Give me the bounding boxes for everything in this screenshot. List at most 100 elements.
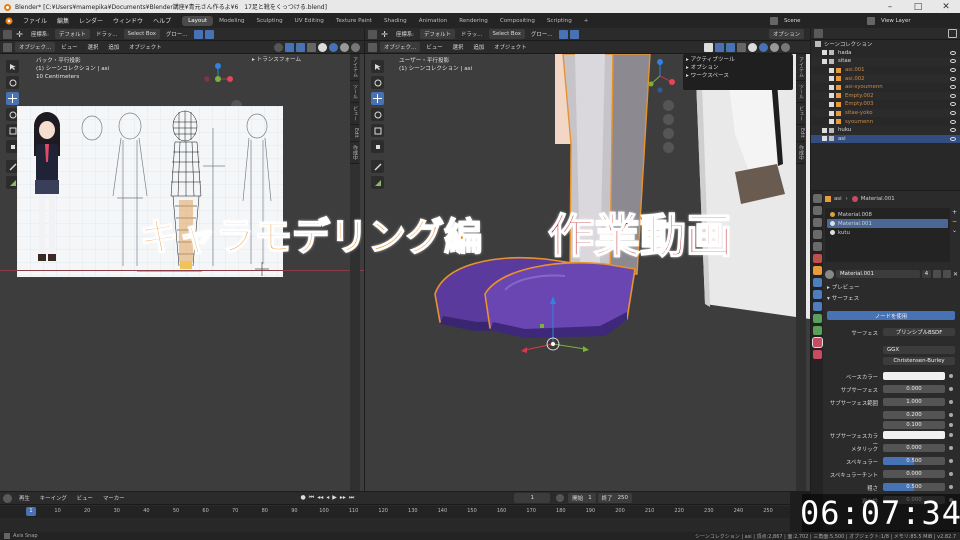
timeline-menu-view[interactable]: ビュー xyxy=(73,493,97,503)
filter-icon[interactable] xyxy=(948,29,957,38)
param-field[interactable]: 0.000 xyxy=(883,385,945,393)
record-icon[interactable]: ● xyxy=(301,494,306,502)
checkbox-icon[interactable] xyxy=(829,93,834,99)
left-menu-add[interactable]: 追加 xyxy=(104,42,123,52)
shading-rendered-icon[interactable] xyxy=(351,42,360,52)
material-users-count[interactable]: 4 xyxy=(921,270,931,278)
param-field[interactable]: 0.200 xyxy=(883,411,945,419)
eye-icon[interactable] xyxy=(950,59,956,64)
right-camera-icon[interactable] xyxy=(663,128,674,139)
constraints-tab-icon[interactable] xyxy=(812,314,822,323)
outliner-item[interactable]: Empty.002 xyxy=(811,91,960,101)
physics-tab-icon[interactable] xyxy=(812,302,822,311)
frame-start-field[interactable]: 開始 1 xyxy=(568,493,596,503)
move-tool[interactable] xyxy=(6,92,19,105)
checkbox-icon[interactable] xyxy=(829,119,834,125)
tab-uv-editing[interactable]: UV Editing xyxy=(289,16,330,26)
cursor-tool[interactable] xyxy=(6,76,19,89)
timeline-menu-playback[interactable]: 再生 xyxy=(15,493,34,503)
tab-rendering[interactable]: Rendering xyxy=(453,16,494,26)
eye-icon[interactable] xyxy=(950,50,956,55)
minimize-button[interactable]: – xyxy=(876,0,904,13)
right-mode-select[interactable]: オブジェク… xyxy=(380,42,421,52)
outliner-item[interactable]: asi-syoumenn xyxy=(811,83,960,92)
eye-icon[interactable] xyxy=(950,119,956,124)
param-field[interactable]: 0.000 xyxy=(883,444,945,452)
right-transform-tool[interactable] xyxy=(371,140,384,153)
right-shading-rendered-icon[interactable] xyxy=(781,42,790,52)
param-field[interactable]: 0.000 xyxy=(883,470,945,478)
tab-compositing[interactable]: Compositing xyxy=(494,16,541,26)
left-global-select[interactable]: グロー… xyxy=(162,29,192,39)
duplicate-material-icon[interactable] xyxy=(942,270,951,278)
add-workspace-button[interactable]: + xyxy=(578,16,595,26)
right-select-box[interactable]: Select Box xyxy=(488,29,525,39)
right-move-tool[interactable] xyxy=(371,92,384,105)
menu-edit[interactable]: 編集 xyxy=(52,16,74,25)
surface-panel-header[interactable]: ▾ サーフェス xyxy=(827,295,859,303)
right-shading-wire-icon[interactable] xyxy=(748,42,757,52)
left-orientation-select[interactable]: デフォルト xyxy=(55,29,90,39)
checkbox-icon[interactable] xyxy=(822,136,827,142)
eye-icon[interactable] xyxy=(950,93,956,98)
right-tab-tool[interactable]: ツール xyxy=(796,81,805,103)
link-socket-icon[interactable] xyxy=(949,472,953,476)
param-field[interactable]: 0.500 xyxy=(883,457,945,465)
options-dropdown[interactable]: オプション xyxy=(769,29,804,39)
timeline-menu-marker[interactable]: マーカー xyxy=(99,493,129,503)
outliner-item[interactable]: asi.001 xyxy=(811,66,960,75)
blender-menu-icon[interactable] xyxy=(4,16,14,26)
eye-icon[interactable] xyxy=(950,85,956,90)
eye-icon[interactable] xyxy=(950,136,956,141)
playhead[interactable]: 1 xyxy=(25,507,36,516)
right-tab-edit[interactable]: Edit xyxy=(796,125,805,142)
right-rotate-tool[interactable] xyxy=(371,108,384,121)
editor-type-icon[interactable] xyxy=(3,42,12,52)
right-shading-solid-icon[interactable] xyxy=(759,42,768,52)
tool-tab-icon[interactable] xyxy=(812,194,822,203)
remove-slot-icon[interactable]: − xyxy=(952,218,957,225)
material-slot[interactable]: kutu xyxy=(827,228,948,237)
right-snap-icon[interactable] xyxy=(558,29,568,39)
link-socket-icon[interactable] xyxy=(949,423,953,427)
link-socket-icon[interactable] xyxy=(949,374,953,378)
unlink-material-icon[interactable]: ✕ xyxy=(953,271,958,278)
checkbox-icon[interactable] xyxy=(822,50,827,56)
checkbox-icon[interactable] xyxy=(829,101,834,107)
left-navigation-gizmo[interactable] xyxy=(201,62,235,96)
outliner-item[interactable]: asi xyxy=(811,134,960,144)
menu-options[interactable]: ▸ オプション xyxy=(686,64,790,72)
frame-end-field[interactable]: 終了 250 xyxy=(597,493,632,503)
next-keyframe-icon[interactable]: ▸▸ xyxy=(340,494,346,502)
texture-tab-icon[interactable] xyxy=(812,350,822,359)
right-select-tool[interactable] xyxy=(371,60,384,73)
shading-solid-icon[interactable] xyxy=(329,42,338,52)
timeline-track[interactable] xyxy=(0,518,790,532)
outliner-item[interactable]: hada xyxy=(811,49,960,58)
link-socket-icon[interactable] xyxy=(949,433,953,437)
eye-icon[interactable] xyxy=(950,76,956,81)
data-tab-icon[interactable] xyxy=(812,326,822,335)
right-cursor-tool-icon[interactable] xyxy=(368,29,377,39)
material-slot[interactable]: Material.008 xyxy=(827,210,948,219)
play-icon[interactable]: ▶ xyxy=(332,494,337,502)
render-tab-icon[interactable] xyxy=(812,206,822,215)
param-field[interactable]: 0.100 xyxy=(883,421,945,429)
subsurface-method-select[interactable]: Christensen-Burley xyxy=(883,357,955,365)
param-field[interactable]: 1.000 xyxy=(883,398,945,406)
link-socket-icon[interactable] xyxy=(949,387,953,391)
tab-item[interactable]: アイテム xyxy=(350,54,359,81)
tab-sculpting[interactable]: Sculpting xyxy=(251,16,289,26)
view-layer-tab-icon[interactable] xyxy=(812,230,822,239)
menu-render[interactable]: レンダー xyxy=(74,16,108,25)
link-socket-icon[interactable] xyxy=(949,446,953,450)
particles-tab-icon[interactable] xyxy=(812,290,822,299)
fake-user-icon[interactable] xyxy=(932,270,941,278)
eye-icon[interactable] xyxy=(950,111,956,116)
close-button[interactable]: ✕ xyxy=(932,0,960,13)
material-tab-icon[interactable] xyxy=(811,337,823,348)
current-frame-field[interactable]: 1 xyxy=(514,493,551,503)
tab-edit[interactable]: Edit xyxy=(350,125,359,142)
outliner-item[interactable]: Empty.003 xyxy=(811,100,960,109)
add-slot-icon[interactable]: + xyxy=(952,209,957,216)
